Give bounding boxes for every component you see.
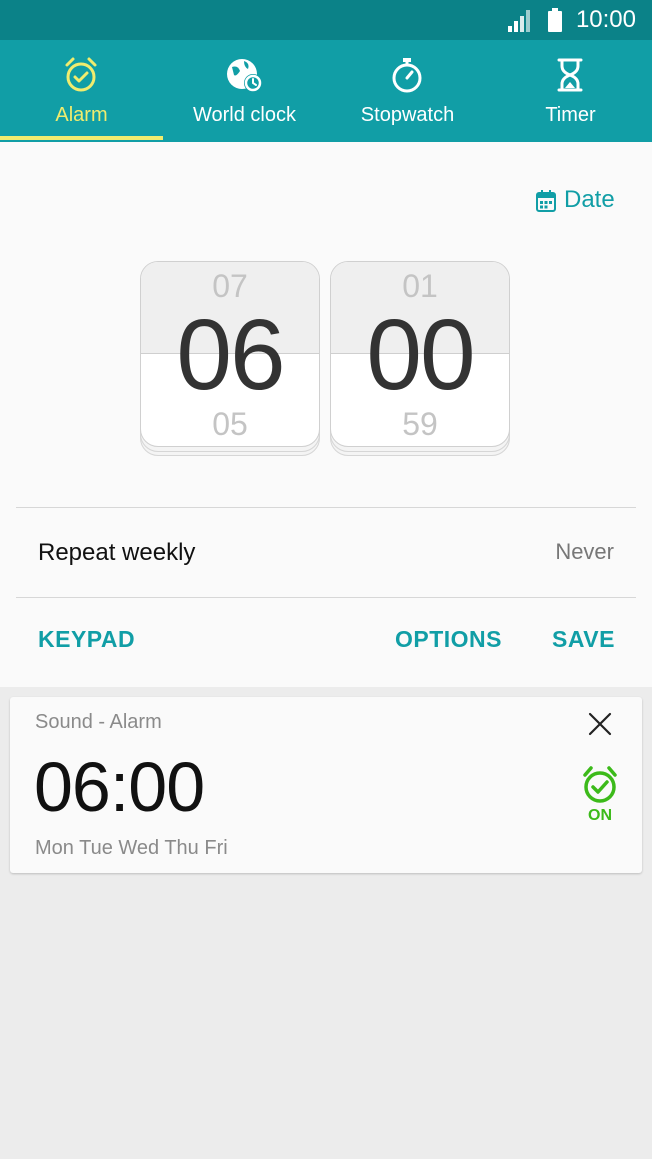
battery-icon xyxy=(548,8,562,32)
keypad-button[interactable]: KEYPAD xyxy=(38,626,135,653)
tab-bar: Alarm World clock Stopwatch Timer xyxy=(0,40,652,142)
alarm-editor: Date 07 06 05 01 00 59 Repeat weekly Nev… xyxy=(0,142,652,687)
status-time: 10:00 xyxy=(575,6,636,33)
alarm-days: Mon Tue Wed Thu Fri xyxy=(35,837,228,859)
alarm-clock-icon xyxy=(65,57,97,92)
close-icon[interactable] xyxy=(587,711,613,737)
alarm-on-icon xyxy=(583,766,617,803)
active-tab-indicator xyxy=(0,136,163,140)
alarm-time: 06:00 xyxy=(34,748,205,826)
tab-timer[interactable]: Timer xyxy=(489,40,652,142)
repeat-weekly-value: Never xyxy=(555,539,614,564)
date-button-label: Date xyxy=(564,186,615,213)
status-bar: 10:00 xyxy=(0,0,652,40)
globe-clock-icon xyxy=(227,59,262,92)
tab-world-clock[interactable]: World clock xyxy=(163,40,326,142)
tab-label: Timer xyxy=(545,104,596,126)
hour-card: 07 06 05 xyxy=(140,261,320,447)
tab-alarm[interactable]: Alarm xyxy=(0,40,163,142)
alarm-toggle[interactable]: ON xyxy=(580,765,620,829)
hour-picker[interactable]: 07 06 05 xyxy=(140,261,320,456)
minute-current: 00 xyxy=(366,299,475,411)
hour-current: 06 xyxy=(176,299,285,411)
divider xyxy=(16,597,636,598)
hourglass-icon xyxy=(557,58,583,92)
stopwatch-icon xyxy=(392,58,422,93)
save-button[interactable]: SAVE xyxy=(552,626,615,653)
alarm-list-item[interactable]: Sound - Alarm 06:00 Mon Tue Wed Thu Fri … xyxy=(10,697,642,873)
minute-next[interactable]: 59 xyxy=(331,406,509,443)
signal-icon xyxy=(508,10,530,32)
calendar-icon xyxy=(536,190,556,212)
tab-label: Alarm xyxy=(55,104,108,126)
tab-label: Stopwatch xyxy=(360,104,455,126)
alarm-title: Sound - Alarm xyxy=(35,711,162,733)
tab-stopwatch[interactable]: Stopwatch xyxy=(326,40,489,142)
tab-label: World clock xyxy=(193,104,296,126)
divider xyxy=(16,507,636,508)
hour-next[interactable]: 05 xyxy=(141,406,319,443)
repeat-weekly-label: Repeat weekly xyxy=(38,539,196,566)
minute-card: 01 00 59 xyxy=(330,261,510,447)
options-button[interactable]: OPTIONS xyxy=(395,626,502,653)
minute-picker[interactable]: 01 00 59 xyxy=(330,261,510,456)
alarm-toggle-label: ON xyxy=(588,807,612,824)
